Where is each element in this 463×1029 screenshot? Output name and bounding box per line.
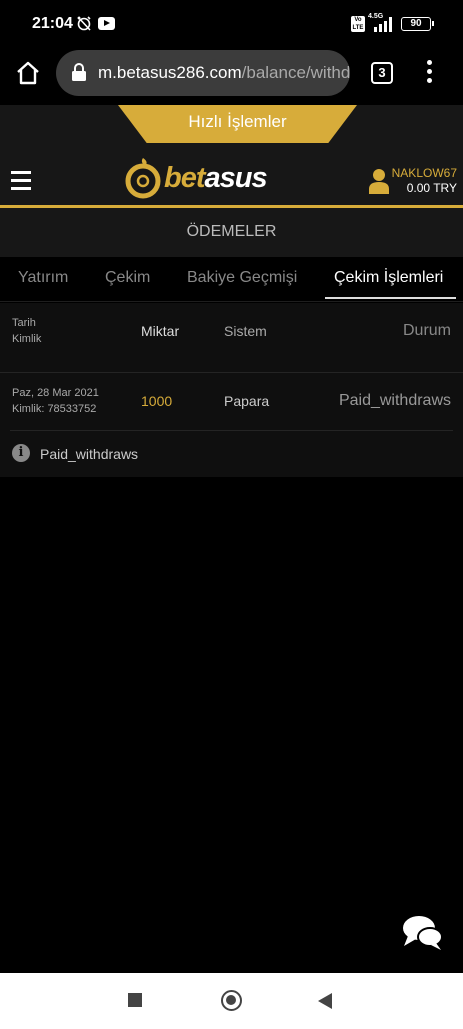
more-vert-icon[interactable] (423, 60, 435, 86)
system-nav-bar (0, 973, 463, 1029)
row-divider-line (10, 430, 453, 431)
site-logo[interactable]: betasus (124, 156, 284, 200)
tab-withdraw[interactable]: Çekim (105, 269, 150, 287)
tab-withdraw-transactions[interactable]: Çekim İşlemleri (334, 269, 443, 287)
quick-actions-label: Hızlı İşlemler (188, 112, 287, 131)
page-title: ÖDEMELER (0, 208, 463, 257)
username[interactable]: NAKLOW67 (392, 166, 457, 180)
header-id: Kimlik (12, 333, 42, 345)
recents-icon[interactable] (128, 993, 142, 1007)
home-nav-icon[interactable] (221, 990, 242, 1011)
tabs-icon[interactable]: 3 (371, 62, 393, 84)
tab-balance-history[interactable]: Bakiye Geçmişi (187, 269, 297, 287)
quick-actions-button[interactable]: Hızlı İşlemler (118, 105, 357, 143)
header-status: Durum (402, 322, 451, 339)
active-tab-indicator (325, 297, 456, 299)
header-system: Sistem (224, 323, 267, 339)
header-date: Tarih (12, 317, 36, 329)
back-icon[interactable] (318, 993, 332, 1009)
hamburger-menu-icon[interactable] (11, 171, 31, 191)
url-path: /balance/withdı (241, 63, 350, 82)
url-domain: m.betasus286.com (98, 63, 242, 82)
browser-toolbar: m.betasus286.com/balance/withdı 3 (0, 48, 463, 105)
signal-icon (374, 17, 392, 32)
user-icon[interactable] (369, 168, 389, 194)
row-system: Papara (224, 393, 270, 409)
volte-icon: Vo LTE (351, 16, 365, 32)
row-date: Paz, 28 Mar 2021 (12, 387, 99, 399)
payment-tabs: Yatırım Çekim Bakiye Geçmişi Çekim İşlem… (0, 257, 463, 302)
alarm-off-icon (77, 16, 91, 31)
row-id: Kimlik: 78533752 (12, 403, 97, 415)
row-status: Paid_withdraws (338, 392, 451, 409)
header-divider-line (0, 372, 463, 373)
header-amount: Miktar (141, 323, 180, 339)
status-time: 21:04 (32, 15, 73, 32)
url-text: m.betasus286.com/balance/withdı (98, 63, 350, 83)
chat-icon[interactable] (400, 912, 444, 952)
balance: 0.00 TRY (406, 181, 457, 195)
logo-text: betasus (164, 162, 268, 194)
youtube-icon (98, 17, 115, 30)
site-header: Hızlı İşlemler betasus NAKLOW67 0.00 TRY (0, 105, 463, 205)
status-note: Paid_withdraws (40, 446, 139, 462)
info-icon: i (12, 444, 30, 462)
battery-icon: 90 (401, 17, 434, 31)
logo-mark-icon (125, 158, 161, 199)
tab-deposit[interactable]: Yatırım (18, 269, 68, 287)
status-bar: 21:04 Vo LTE 4.5G 90 (0, 0, 463, 48)
row-amount: 1000 (141, 393, 173, 409)
transactions-table: Tarih Kimlik Miktar Sistem Durum Paz, 28… (0, 303, 463, 477)
address-bar[interactable]: m.betasus286.com/balance/withdı (56, 50, 350, 96)
home-icon[interactable] (15, 60, 41, 86)
lock-icon (72, 63, 86, 81)
